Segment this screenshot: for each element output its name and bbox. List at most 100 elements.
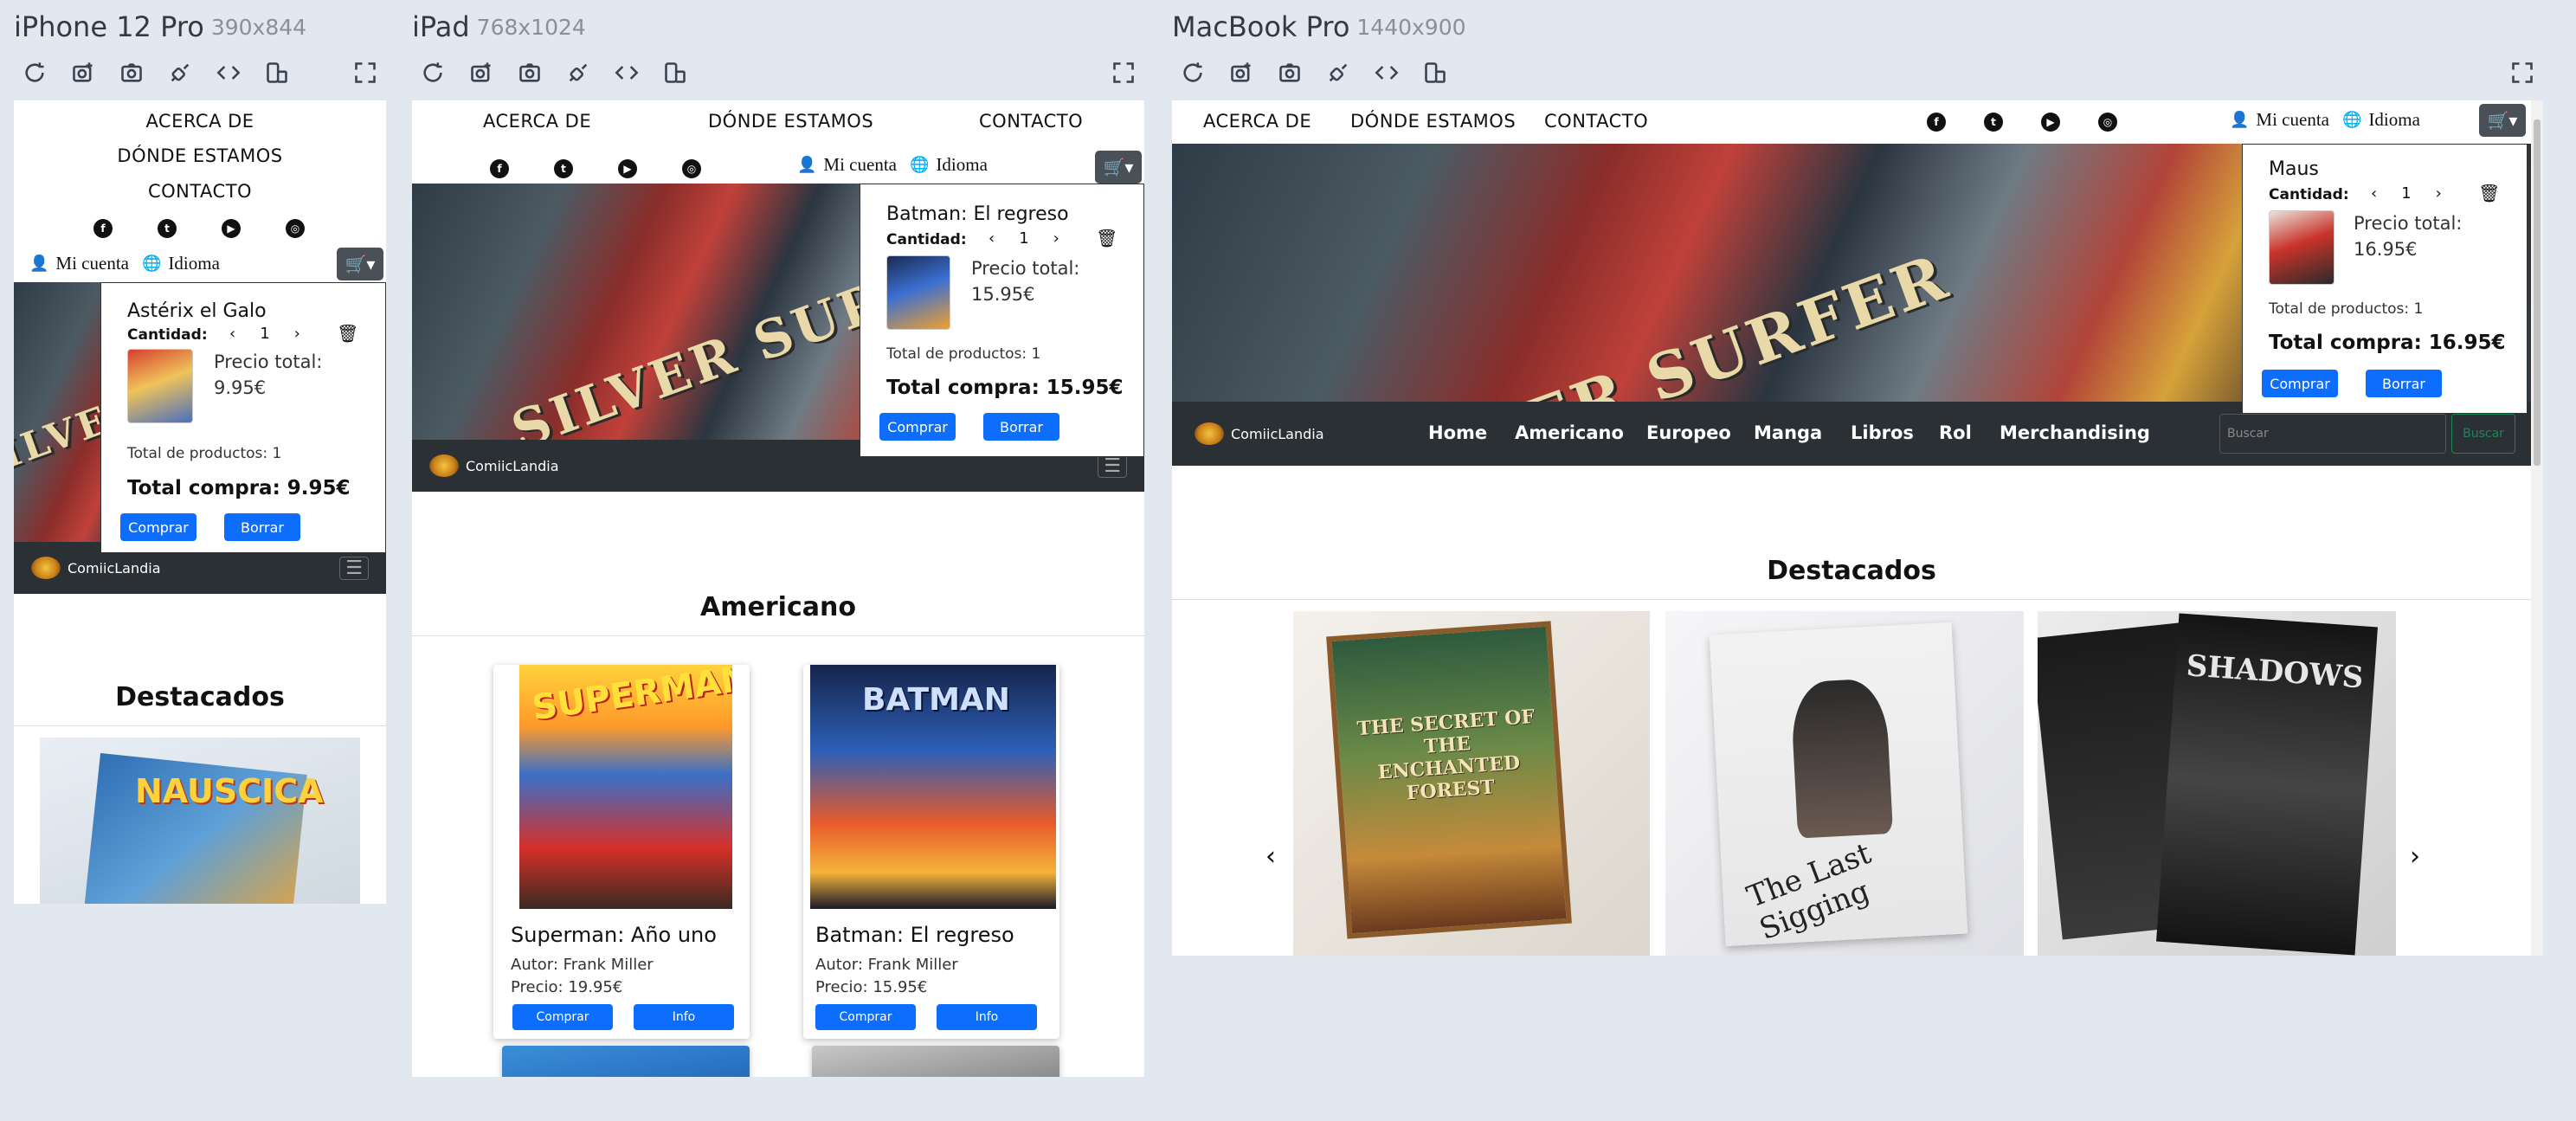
scrollbar-thumb[interactable] xyxy=(2534,119,2541,466)
code-icon[interactable] xyxy=(611,57,642,88)
nav-about[interactable]: ACERCA DE xyxy=(1203,111,1311,132)
menu-rol[interactable]: Rol xyxy=(1939,422,1972,443)
network-icon[interactable] xyxy=(164,57,196,88)
language-label: Idioma xyxy=(168,253,220,274)
twitter-icon[interactable]: t xyxy=(1984,113,2003,132)
account-link[interactable]: 👤 Mi cuenta xyxy=(29,253,129,274)
nav-where[interactable]: DÓNDE ESTAMOS xyxy=(1350,111,1516,132)
facebook-icon[interactable]: f xyxy=(490,159,509,178)
info-button[interactable]: Info xyxy=(634,1004,734,1030)
youtube-icon[interactable]: ▶ xyxy=(2041,113,2060,132)
twitter-icon[interactable]: t xyxy=(158,219,177,238)
account-link[interactable]: 👤 Mi cuenta xyxy=(797,154,897,176)
product-cover[interactable] xyxy=(502,1046,750,1077)
language-label: Idioma xyxy=(2368,109,2420,130)
brand[interactable]: ComiicLandia xyxy=(429,454,559,477)
fullscreen-icon[interactable] xyxy=(350,57,381,88)
cart-button[interactable]: 🛒▾ xyxy=(337,248,383,280)
nav-where[interactable]: DÓNDE ESTAMOS xyxy=(14,145,386,166)
chevron-right-icon[interactable]: › xyxy=(294,325,300,343)
brand[interactable]: ComiicLandia xyxy=(1195,422,1324,445)
buy-button[interactable]: Comprar xyxy=(120,513,196,541)
carousel-prev-icon[interactable]: ‹ xyxy=(1265,841,1276,872)
featured-image[interactable]: NAUSCICA xyxy=(40,738,360,904)
youtube-icon[interactable]: ▶ xyxy=(222,219,241,238)
menu-manga[interactable]: Manga xyxy=(1754,422,1822,443)
chevron-right-icon[interactable]: › xyxy=(2436,184,2442,203)
search-button[interactable]: Buscar xyxy=(2451,414,2515,454)
instagram-icon[interactable]: ◎ xyxy=(682,159,701,178)
menu-merchandising[interactable]: Merchandising xyxy=(2000,422,2150,443)
carousel-item[interactable]: THE SECRET OF THE ENCHANTED FOREST xyxy=(1293,611,1650,956)
screenshot-icon[interactable] xyxy=(466,57,497,88)
refresh-icon[interactable] xyxy=(1177,57,1208,88)
trash-icon[interactable]: 🗑 xyxy=(1096,228,1117,248)
camera-icon[interactable] xyxy=(116,57,147,88)
refresh-icon[interactable] xyxy=(19,57,50,88)
chevron-left-icon[interactable]: ‹ xyxy=(989,229,995,248)
chevron-right-icon[interactable]: › xyxy=(1053,229,1059,248)
product-cover[interactable]: BATMAN xyxy=(810,665,1056,909)
screenshot-icon[interactable] xyxy=(1226,57,1257,88)
network-icon[interactable] xyxy=(563,57,594,88)
rotate-device-icon[interactable] xyxy=(261,57,293,88)
carousel-next-icon[interactable]: › xyxy=(2410,841,2420,872)
buy-button[interactable]: Comprar xyxy=(512,1004,613,1030)
clear-button[interactable]: Borrar xyxy=(224,513,300,541)
menu-toggle-icon[interactable]: ☰ xyxy=(339,556,369,580)
code-icon[interactable] xyxy=(1371,57,1402,88)
instagram-icon[interactable]: ◎ xyxy=(2098,113,2117,132)
buy-button[interactable]: Comprar xyxy=(815,1004,916,1030)
network-icon[interactable] xyxy=(1323,57,1354,88)
menu-home[interactable]: Home xyxy=(1428,422,1487,443)
trash-icon[interactable]: 🗑 xyxy=(337,323,358,344)
nav-where[interactable]: DÓNDE ESTAMOS xyxy=(708,111,873,132)
product-cover[interactable] xyxy=(812,1046,1059,1077)
product-cover[interactable]: SUPERMAN xyxy=(519,665,732,909)
clear-button[interactable]: Borrar xyxy=(2366,370,2442,397)
nav-about[interactable]: ACERCA DE xyxy=(14,111,386,132)
chevron-left-icon[interactable]: ‹ xyxy=(229,325,235,343)
facebook-icon[interactable]: f xyxy=(1927,113,1946,132)
menu-toggle-icon[interactable]: ☰ xyxy=(1098,454,1127,478)
scrollbar[interactable] xyxy=(2531,100,2543,956)
carousel-item[interactable]: SHADOWS xyxy=(2038,611,2396,956)
buy-button[interactable]: Comprar xyxy=(879,413,956,441)
rotate-device-icon[interactable] xyxy=(1420,57,1451,88)
clear-button[interactable]: Borrar xyxy=(983,413,1059,441)
nav-contact[interactable]: CONTACTO xyxy=(14,181,386,202)
brand[interactable]: ComiicLandia xyxy=(31,557,161,579)
language-link[interactable]: 🌐 Idioma xyxy=(910,154,988,176)
menu-american[interactable]: Americano xyxy=(1515,422,1624,443)
camera-icon[interactable] xyxy=(514,57,545,88)
screenshot-icon[interactable] xyxy=(68,57,99,88)
chevron-left-icon[interactable]: ‹ xyxy=(2371,184,2377,203)
trash-icon[interactable]: 🗑 xyxy=(2478,183,2500,203)
nav-contact[interactable]: CONTACTO xyxy=(1544,111,1648,132)
frame-header-macbook: MacBook Pro 1440x900 xyxy=(1172,0,1466,54)
carousel-item[interactable]: The Last Sigging xyxy=(1665,611,2024,956)
facebook-icon[interactable]: f xyxy=(93,219,113,238)
menu-european[interactable]: Europeo xyxy=(1646,422,1731,443)
language-link[interactable]: 🌐 Idioma xyxy=(2342,109,2420,131)
cart-button[interactable]: 🛒▾ xyxy=(1095,151,1142,184)
twitter-icon[interactable]: t xyxy=(554,159,573,178)
instagram-icon[interactable]: ◎ xyxy=(286,219,305,238)
camera-icon[interactable] xyxy=(1274,57,1305,88)
fullscreen-icon[interactable] xyxy=(2507,57,2538,88)
language-link[interactable]: 🌐 Idioma xyxy=(142,253,220,274)
search-input[interactable]: Buscar xyxy=(2219,414,2446,454)
product-author: Autor: Frank Miller xyxy=(815,956,958,974)
cart-button[interactable]: 🛒▾ xyxy=(2479,104,2526,137)
nav-contact[interactable]: CONTACTO xyxy=(979,111,1083,132)
account-link[interactable]: 👤 Mi cuenta xyxy=(2230,109,2329,131)
rotate-device-icon[interactable] xyxy=(660,57,691,88)
fullscreen-icon[interactable] xyxy=(1108,57,1139,88)
code-icon[interactable] xyxy=(213,57,244,88)
buy-button[interactable]: Comprar xyxy=(2262,370,2338,397)
youtube-icon[interactable]: ▶ xyxy=(618,159,637,178)
refresh-icon[interactable] xyxy=(417,57,448,88)
info-button[interactable]: Info xyxy=(937,1004,1037,1030)
nav-about[interactable]: ACERCA DE xyxy=(483,111,591,132)
menu-books[interactable]: Libros xyxy=(1851,422,1914,443)
